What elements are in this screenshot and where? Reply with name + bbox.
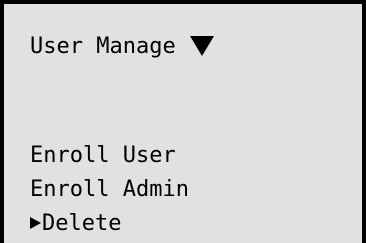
menu-item-delete[interactable]: Delete xyxy=(30,206,189,240)
triangle-right-icon xyxy=(30,217,41,229)
menu-title: User Manage xyxy=(30,33,176,59)
menu-header[interactable]: User Manage xyxy=(30,28,214,64)
menu-item-label: Enroll Admin xyxy=(30,176,189,202)
menu-item-label: Delete xyxy=(42,210,122,236)
menu-item-label: Enroll User xyxy=(30,142,176,168)
menu-list: Enroll User Enroll Admin Delete xyxy=(30,138,189,240)
menu-item-enroll-admin[interactable]: Enroll Admin xyxy=(30,172,189,206)
device-screen: User Manage Enroll User Enroll Admin Del… xyxy=(0,0,366,243)
menu-item-enroll-user[interactable]: Enroll User xyxy=(30,138,189,172)
triangle-down-icon xyxy=(189,36,214,56)
